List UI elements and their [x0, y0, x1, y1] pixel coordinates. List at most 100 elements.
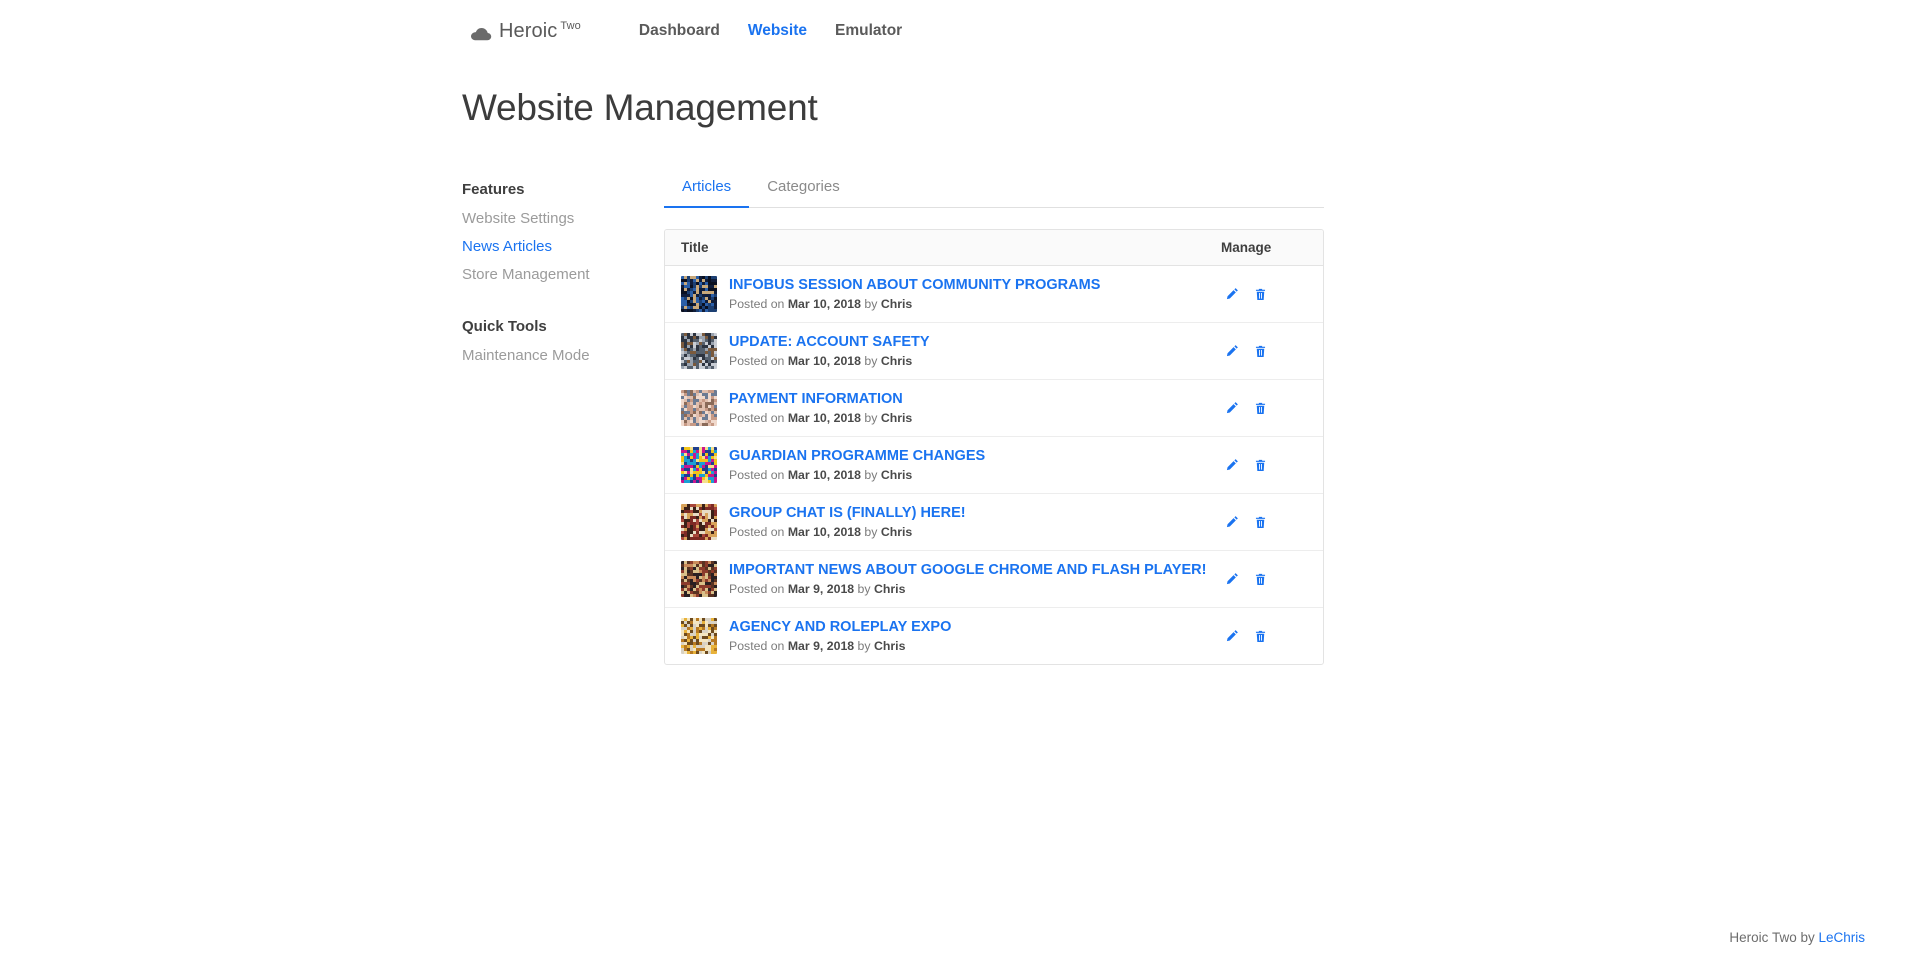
- sidebar-item-website-settings[interactable]: Website Settings: [462, 209, 634, 228]
- article-meta: Posted on Mar 10, 2018 by Chris: [729, 410, 1221, 426]
- brand-logo[interactable]: Heroic Two: [470, 20, 581, 42]
- meta-date: Mar 10, 2018: [787, 525, 861, 539]
- article-thumbnail: [681, 447, 717, 483]
- meta-prefix: Posted on: [729, 354, 785, 368]
- sidebar: Features Website Settings News Articles …: [462, 168, 634, 374]
- top-navbar: Heroic Two Dashboard Website Emulator: [0, 0, 1913, 62]
- sidebar-item-news-articles[interactable]: News Articles: [462, 237, 634, 256]
- sidebar-item-maintenance-mode[interactable]: Maintenance Mode: [462, 346, 634, 365]
- article-thumbnail: [681, 390, 717, 426]
- article-title-link[interactable]: UPDATE: ACCOUNT SAFETY: [729, 333, 1221, 351]
- edit-pencil-icon[interactable]: [1224, 628, 1239, 645]
- meta-by: by: [857, 639, 871, 653]
- trash-icon[interactable]: [1253, 343, 1268, 360]
- article-info: GUARDIAN PROGRAMME CHANGES Posted on Mar …: [729, 447, 1221, 483]
- article-info: PAYMENT INFORMATION Posted on Mar 10, 201…: [729, 390, 1221, 426]
- edit-pencil-icon[interactable]: [1224, 514, 1239, 531]
- primary-nav: Dashboard Website Emulator: [625, 20, 916, 42]
- tab-articles[interactable]: Articles: [664, 168, 750, 208]
- row-actions: [1221, 400, 1307, 417]
- meta-author: Chris: [873, 639, 906, 653]
- edit-pencil-icon[interactable]: [1224, 457, 1239, 474]
- meta-by: by: [864, 354, 878, 368]
- footer-author-link[interactable]: LeChris: [1818, 930, 1865, 945]
- edit-pencil-icon[interactable]: [1224, 286, 1239, 303]
- tab-categories[interactable]: Categories: [749, 168, 858, 208]
- page-title: Website Management: [462, 87, 818, 128]
- meta-prefix: Posted on: [729, 468, 785, 482]
- tab-bar: Articles Categories: [664, 168, 1324, 208]
- article-thumbnail: [681, 333, 717, 369]
- trash-icon[interactable]: [1253, 571, 1268, 588]
- trash-icon[interactable]: [1253, 400, 1268, 417]
- nav-link-dashboard[interactable]: Dashboard: [625, 20, 734, 42]
- nav-link-emulator[interactable]: Emulator: [821, 20, 916, 42]
- article-meta: Posted on Mar 9, 2018 by Chris: [729, 638, 1221, 654]
- article-thumbnail: [681, 618, 717, 654]
- table-row: GUARDIAN PROGRAMME CHANGES Posted on Mar …: [665, 437, 1323, 494]
- article-meta: Posted on Mar 10, 2018 by Chris: [729, 524, 1221, 540]
- article-info: GROUP CHAT IS (FINALLY) HERE! Posted on M…: [729, 504, 1221, 540]
- article-info: IMPORTANT NEWS ABOUT GOOGLE CHROME AND F…: [729, 561, 1221, 597]
- meta-prefix: Posted on: [729, 639, 785, 653]
- article-info: AGENCY AND ROLEPLAY EXPO Posted on Mar 9,…: [729, 618, 1221, 654]
- brand-name: Heroic: [499, 20, 558, 42]
- article-meta: Posted on Mar 9, 2018 by Chris: [729, 581, 1221, 597]
- article-info: UPDATE: ACCOUNT SAFETY Posted on Mar 10, …: [729, 333, 1221, 369]
- meta-date: Mar 9, 2018: [787, 582, 855, 596]
- page-body: Website Management Features Website Sett…: [0, 62, 1913, 665]
- table-header-row: Title Manage: [665, 230, 1323, 266]
- meta-by: by: [857, 582, 871, 596]
- row-actions: [1221, 628, 1307, 645]
- articles-table: Title Manage INFOBUS SESSION ABOUT COMMU…: [664, 229, 1324, 665]
- meta-author: Chris: [873, 582, 906, 596]
- article-thumbnail: [681, 504, 717, 540]
- article-title-link[interactable]: AGENCY AND ROLEPLAY EXPO: [729, 618, 1221, 636]
- article-title-link[interactable]: GUARDIAN PROGRAMME CHANGES: [729, 447, 1221, 465]
- edit-pencil-icon[interactable]: [1224, 343, 1239, 360]
- row-actions: [1221, 343, 1307, 360]
- edit-pencil-icon[interactable]: [1224, 400, 1239, 417]
- meta-prefix: Posted on: [729, 525, 785, 539]
- column-header-manage: Manage: [1221, 240, 1272, 255]
- trash-icon[interactable]: [1253, 514, 1268, 531]
- article-title-link[interactable]: GROUP CHAT IS (FINALLY) HERE!: [729, 504, 1221, 522]
- edit-pencil-icon[interactable]: [1224, 571, 1239, 588]
- meta-by: by: [864, 297, 878, 311]
- article-thumbnail: [681, 276, 717, 312]
- article-title-link[interactable]: INFOBUS SESSION ABOUT COMMUNITY PROGRAMS: [729, 276, 1221, 294]
- meta-prefix: Posted on: [729, 411, 785, 425]
- trash-icon[interactable]: [1253, 286, 1268, 303]
- trash-icon[interactable]: [1253, 628, 1268, 645]
- brand-superscript: Two: [560, 20, 581, 32]
- meta-prefix: Posted on: [729, 297, 785, 311]
- table-body: INFOBUS SESSION ABOUT COMMUNITY PROGRAMS…: [665, 266, 1323, 664]
- article-thumbnail: [681, 561, 717, 597]
- row-actions: [1221, 286, 1307, 303]
- article-info: INFOBUS SESSION ABOUT COMMUNITY PROGRAMS…: [729, 276, 1221, 312]
- table-row: IMPORTANT NEWS ABOUT GOOGLE CHROME AND F…: [665, 551, 1323, 608]
- row-actions: [1221, 514, 1307, 531]
- article-meta: Posted on Mar 10, 2018 by Chris: [729, 296, 1221, 312]
- nav-link-website[interactable]: Website: [734, 20, 821, 42]
- table-row: INFOBUS SESSION ABOUT COMMUNITY PROGRAMS…: [665, 266, 1323, 323]
- trash-icon[interactable]: [1253, 457, 1268, 474]
- page-layout: Features Website Settings News Articles …: [462, 168, 1913, 665]
- footer-text: Heroic Two by: [1729, 930, 1819, 945]
- row-actions: [1221, 457, 1307, 474]
- article-title-link[interactable]: IMPORTANT NEWS ABOUT GOOGLE CHROME AND F…: [729, 561, 1221, 579]
- article-meta: Posted on Mar 10, 2018 by Chris: [729, 467, 1221, 483]
- meta-by: by: [864, 468, 878, 482]
- table-row: AGENCY AND ROLEPLAY EXPO Posted on Mar 9,…: [665, 608, 1323, 664]
- table-row: GROUP CHAT IS (FINALLY) HERE! Posted on M…: [665, 494, 1323, 551]
- sidebar-item-store-management[interactable]: Store Management: [462, 265, 634, 284]
- meta-prefix: Posted on: [729, 582, 785, 596]
- row-actions: [1221, 571, 1307, 588]
- sidebar-heading-features: Features: [462, 181, 525, 198]
- article-title-link[interactable]: PAYMENT INFORMATION: [729, 390, 1221, 408]
- article-meta: Posted on Mar 10, 2018 by Chris: [729, 353, 1221, 369]
- sidebar-heading-quick-tools: Quick Tools: [462, 318, 547, 335]
- meta-author: Chris: [880, 468, 913, 482]
- meta-author: Chris: [880, 411, 913, 425]
- column-header-title: Title: [681, 240, 709, 255]
